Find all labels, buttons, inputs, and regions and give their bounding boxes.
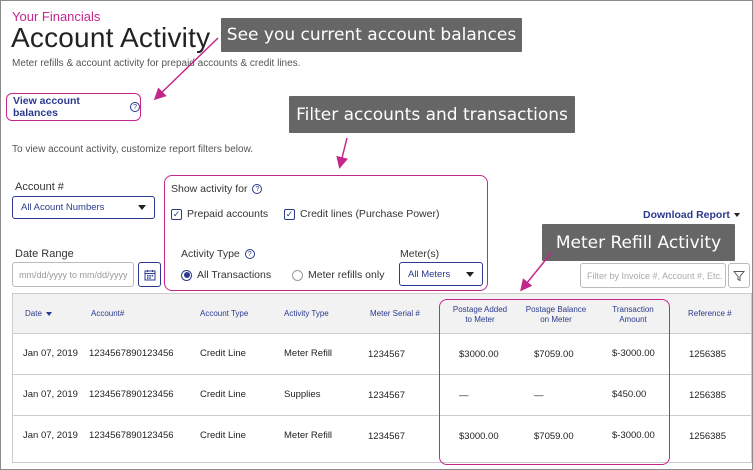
callout-refill: Meter Refill Activity <box>542 224 735 261</box>
checkbox-checked-icon: ✓ <box>284 208 295 220</box>
filter-button[interactable] <box>728 263 750 288</box>
cell-account-type: Credit Line <box>200 389 246 400</box>
view-balances-link[interactable]: View account balances <box>13 95 124 119</box>
radio-unselected-icon <box>292 269 303 281</box>
help-icon[interactable]: ? <box>244 249 255 259</box>
col-account: Account# <box>91 309 125 318</box>
cell-account-type: Credit Line <box>200 430 246 441</box>
prepaid-checkbox[interactable]: ✓ Prepaid accounts <box>171 208 268 220</box>
radio-refills-label: Meter refills only <box>308 269 385 281</box>
col-reference: Reference # <box>688 309 732 318</box>
cell-reference: 1256385 <box>689 431 726 442</box>
date-range-label: Date Range <box>15 248 74 260</box>
chevron-down-icon <box>733 213 740 217</box>
cell-meter-serial: 1234567 <box>368 431 405 442</box>
credit-lines-label: Credit lines (Purchase Power) <box>300 208 440 220</box>
help-icon[interactable]: ? <box>252 184 263 194</box>
radio-selected-icon <box>181 269 192 281</box>
col-account-type: Account Type <box>200 309 249 318</box>
prepaid-label: Prepaid accounts <box>187 208 269 220</box>
callout-filter: Filter accounts and transactions <box>289 96 575 133</box>
cell-activity-type: Meter Refill <box>284 430 333 441</box>
show-activity-for: Show activity for ? <box>171 183 263 195</box>
funnel-icon <box>733 270 745 281</box>
account-select[interactable]: All Acount Numbers <box>12 196 155 219</box>
cell-date: Jan 07, 2019 <box>23 348 78 359</box>
callout-balances: See you current account balances <box>221 18 522 52</box>
view-balances-highlight: View account balances ? <box>6 93 141 121</box>
meters-label: Meter(s) <box>400 248 440 260</box>
cell-date: Jan 07, 2019 <box>23 389 78 400</box>
credit-lines-checkbox[interactable]: ✓ Credit lines (Purchase Power) <box>284 208 439 220</box>
help-icon[interactable]: ? <box>130 102 140 112</box>
cell-account: 1234567890123456 <box>89 348 174 359</box>
refill-highlight <box>439 299 670 465</box>
sort-down-icon <box>46 312 53 316</box>
calendar-button[interactable] <box>138 262 161 287</box>
checkbox-checked-icon: ✓ <box>171 208 182 220</box>
chevron-down-icon <box>138 205 146 210</box>
cell-account: 1234567890123456 <box>89 430 174 441</box>
activity-type: Activity Type ? <box>181 248 255 260</box>
account-select-value: All Acount Numbers <box>21 202 105 213</box>
col-activity-type: Activity Type <box>284 309 329 318</box>
cell-reference: 1256385 <box>689 390 726 401</box>
table-filter-input[interactable]: Filter by Invoice #, Account #, Etc. <box>580 263 726 288</box>
download-report-label: Download Report <box>643 209 730 221</box>
cell-account-type: Credit Line <box>200 348 246 359</box>
download-report-button[interactable]: Download Report <box>643 209 740 221</box>
calendar-icon <box>144 269 155 280</box>
radio-all-label: All Transactions <box>197 269 272 281</box>
radio-meter-refills[interactable]: Meter refills only <box>292 269 384 281</box>
col-date[interactable]: Date <box>25 309 53 319</box>
col-meter-serial: Meter Serial # <box>370 309 420 318</box>
meters-select-value: All Meters <box>408 268 451 280</box>
date-range-input[interactable]: mm/dd/yyyy to mm/dd/yyyy <box>12 262 134 287</box>
page-subtitle: Meter refills & account activity for pre… <box>12 58 301 69</box>
cell-meter-serial: 1234567 <box>368 390 405 401</box>
cell-reference: 1256385 <box>689 349 726 360</box>
intro-text: To view account activity, customize repo… <box>12 144 254 155</box>
cell-meter-serial: 1234567 <box>368 349 405 360</box>
cell-date: Jan 07, 2019 <box>23 430 78 441</box>
page-title: Account Activity <box>11 22 211 53</box>
cell-activity-type: Meter Refill <box>284 348 333 359</box>
cell-account: 1234567890123456 <box>89 389 174 400</box>
chevron-down-icon <box>466 271 474 277</box>
activity-type-label: Activity Type <box>181 248 240 260</box>
account-label: Account # <box>15 181 64 193</box>
cell-activity-type: Supplies <box>284 389 321 400</box>
col-date-label: Date <box>25 309 42 318</box>
radio-all-transactions[interactable]: All Transactions <box>181 269 271 281</box>
meters-select[interactable]: All Meters <box>399 262 483 286</box>
show-activity-label: Show activity for <box>171 183 248 195</box>
